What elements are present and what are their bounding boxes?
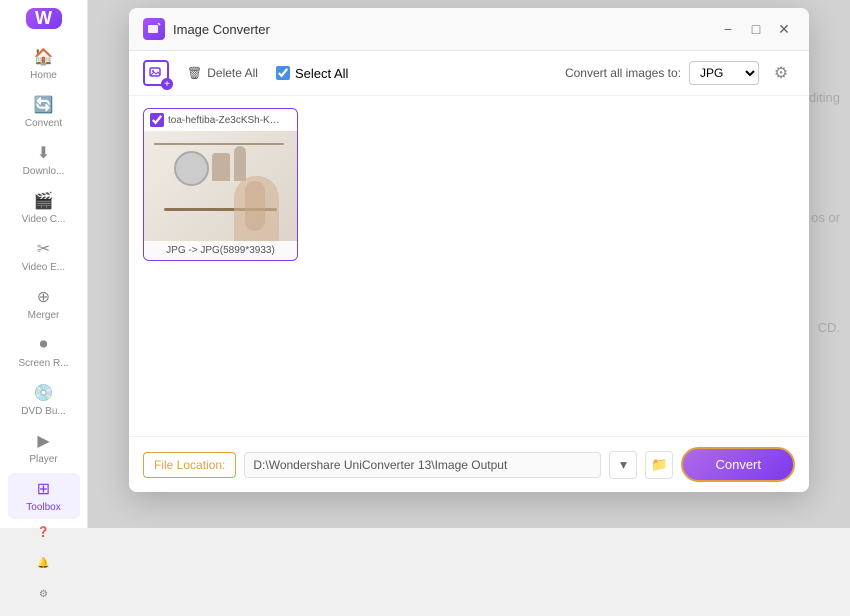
modal-icon bbox=[143, 18, 165, 40]
sidebar-item-convert[interactable]: 🔄 Convent bbox=[8, 89, 80, 135]
select-all-checkbox[interactable] bbox=[276, 66, 290, 80]
sidebar-item-label: Screen R... bbox=[18, 358, 68, 369]
folder-icon: 📁 bbox=[651, 457, 668, 473]
select-all-container: Select All bbox=[276, 66, 348, 81]
trash-icon: 🗑 bbox=[187, 66, 202, 80]
select-all-label: Select All bbox=[295, 66, 348, 81]
screen-record-icon: ⏺ bbox=[34, 335, 54, 355]
sidebar-item-label: Merger bbox=[28, 310, 60, 321]
sidebar-item-label: Player bbox=[29, 454, 57, 465]
sidebar-item-label: Toolbox bbox=[26, 502, 60, 513]
convert-icon: 🔄 bbox=[34, 95, 54, 115]
modal-titlebar: Image Converter − □ ✕ bbox=[129, 8, 809, 51]
modal-body: toa-heftiba-Ze3cKSh-Kg... bbox=[129, 96, 809, 436]
shelf-top bbox=[154, 143, 284, 145]
modal-overlay: Image Converter − □ ✕ bbox=[88, 0, 850, 528]
add-image-button[interactable]: + bbox=[143, 60, 169, 86]
format-select[interactable]: JPG PNG BMP GIF TIFF WEBP bbox=[689, 61, 759, 85]
sidebar-item-help[interactable]: ❓ bbox=[8, 521, 80, 544]
sidebar-item-dvd-burn[interactable]: 💿 DVD Bu... bbox=[8, 377, 80, 423]
sidebar: W 🏠 Home 🔄 Convent ⬇ Downlo... 🎬 Video C… bbox=[0, 0, 88, 528]
sidebar-item-label: Video E... bbox=[22, 262, 65, 273]
delete-all-button[interactable]: 🗑 Delete All bbox=[181, 63, 264, 83]
sidebar-item-label: Home bbox=[30, 70, 57, 81]
sidebar-item-download[interactable]: ⬇ Downlo... bbox=[8, 137, 80, 183]
image-checkbox[interactable] bbox=[150, 113, 164, 127]
convert-area: Convert bbox=[681, 447, 795, 482]
maximize-button[interactable]: □ bbox=[745, 18, 767, 40]
sidebar-item-merger[interactable]: ⊕ Merger bbox=[8, 281, 80, 327]
item-decoration bbox=[212, 153, 230, 181]
sidebar-item-label: Downlo... bbox=[23, 166, 65, 177]
file-path-input[interactable] bbox=[244, 452, 601, 478]
settings-icon: ⚙ bbox=[39, 589, 48, 600]
minimize-button[interactable]: − bbox=[717, 18, 739, 40]
video-compress-icon: 🎬 bbox=[34, 191, 54, 211]
path-folder-button[interactable]: 📁 bbox=[645, 451, 673, 479]
chevron-down-icon: ▾ bbox=[620, 457, 627, 473]
close-button[interactable]: ✕ bbox=[773, 18, 795, 40]
image-card[interactable]: toa-heftiba-Ze3cKSh-Kg... bbox=[143, 108, 298, 261]
bell-icon: 🔔 bbox=[37, 558, 49, 569]
modal-toolbar: + 🗑 Delete All Select All Convert all im… bbox=[129, 51, 809, 96]
app-background: W 🏠 Home 🔄 Convent ⬇ Downlo... 🎬 Video C… bbox=[0, 0, 850, 528]
toolbar-right: Convert all images to: JPG PNG BMP GIF T… bbox=[565, 59, 795, 87]
image-card-header: toa-heftiba-Ze3cKSh-Kg... bbox=[144, 109, 297, 131]
player-icon: ▶ bbox=[34, 431, 54, 451]
sidebar-item-home[interactable]: 🏠 Home bbox=[8, 41, 80, 87]
modal-footer: File Location: ▾ 📁 Convert bbox=[129, 436, 809, 492]
arm-decoration bbox=[245, 181, 265, 231]
help-icon: ❓ bbox=[37, 527, 49, 538]
sidebar-item-player[interactable]: ▶ Player bbox=[8, 425, 80, 471]
sidebar-item-label: DVD Bu... bbox=[21, 406, 65, 417]
sidebar-item-video-edit[interactable]: ✂ Video E... bbox=[8, 233, 80, 279]
image-add-icon bbox=[149, 66, 163, 80]
main-content: editing os or CD. Image Converter bbox=[88, 0, 850, 528]
merger-icon: ⊕ bbox=[34, 287, 54, 307]
app-logo: W bbox=[26, 8, 62, 29]
download-icon: ⬇ bbox=[34, 143, 54, 163]
sidebar-item-notifications[interactable]: 🔔 bbox=[8, 552, 80, 575]
sidebar-item-toolbox[interactable]: ⊞ Toolbox bbox=[8, 473, 80, 519]
window-controls: − □ ✕ bbox=[717, 18, 795, 40]
convert-button[interactable]: Convert bbox=[681, 447, 795, 482]
path-dropdown-button[interactable]: ▾ bbox=[609, 451, 637, 479]
add-plus-icon: + bbox=[161, 78, 173, 90]
sidebar-item-video-compress[interactable]: 🎬 Video C... bbox=[8, 185, 80, 231]
image-converter-modal: Image Converter − □ ✕ bbox=[129, 8, 809, 492]
file-location-label: File Location: bbox=[143, 452, 236, 478]
modal-title-area: Image Converter bbox=[143, 18, 270, 40]
clock-decoration bbox=[174, 151, 209, 186]
modal-title-text: Image Converter bbox=[173, 22, 270, 37]
sidebar-item-settings[interactable]: ⚙ bbox=[8, 583, 80, 606]
image-grid: toa-heftiba-Ze3cKSh-Kg... bbox=[143, 108, 795, 261]
sidebar-bottom: ❓ 🔔 ⚙ bbox=[8, 521, 80, 616]
image-thumbnail bbox=[144, 131, 297, 241]
gear-icon: ⚙ bbox=[774, 63, 788, 83]
toolbox-icon: ⊞ bbox=[34, 479, 54, 499]
image-filename: toa-heftiba-Ze3cKSh-Kg... bbox=[168, 115, 283, 126]
format-settings-button[interactable]: ⚙ bbox=[767, 59, 795, 87]
convert-all-label: Convert all images to: bbox=[565, 66, 681, 80]
item-decoration-2 bbox=[234, 146, 246, 181]
sidebar-item-label: Video C... bbox=[22, 214, 66, 225]
sidebar-item-label: Convent bbox=[25, 118, 62, 129]
sidebar-item-screen-record[interactable]: ⏺ Screen R... bbox=[8, 329, 80, 375]
image-conversion-label: JPG -> JPG(5899*3933) bbox=[144, 241, 297, 260]
home-icon: 🏠 bbox=[34, 47, 54, 67]
video-edit-icon: ✂ bbox=[34, 239, 54, 259]
dvd-burn-icon: 💿 bbox=[34, 383, 54, 403]
